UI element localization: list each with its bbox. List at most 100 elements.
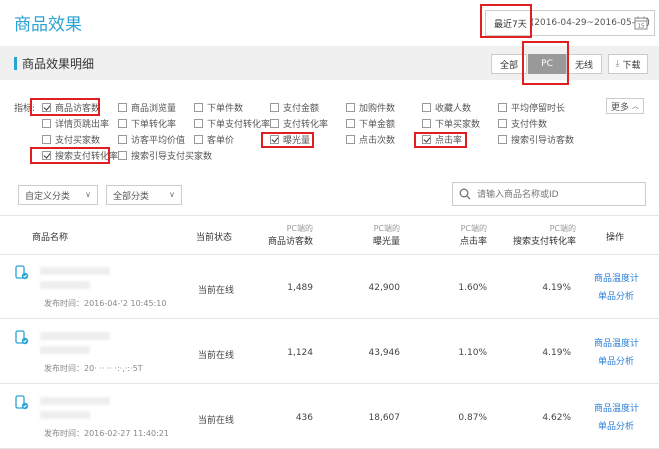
chevron-down-icon: ∨ [169,190,175,199]
search-input[interactable] [475,187,639,203]
checkbox-checked-icon[interactable] [422,135,431,144]
metric-checkbox[interactable]: 加购件数 [346,101,395,114]
download-icon: ⤓ [615,59,620,69]
metric-label: 商品访客数 [55,104,101,114]
checkbox-icon[interactable] [194,119,203,128]
metric-checkbox[interactable]: 客单价 [194,133,234,146]
metric-checkbox[interactable]: 下单件数 [194,101,243,114]
col-visitors-main: 商品访客数 [267,237,313,247]
col-ctr[interactable]: PC端的 点击率 [460,223,487,247]
checkbox-icon[interactable] [118,151,127,160]
metric-label: 下单转化率 [131,120,177,130]
metric-checkbox[interactable]: 下单转化率 [118,117,176,130]
product-thermometer-link[interactable]: 商品温度计 [594,271,639,284]
checkbox-icon[interactable] [118,103,127,112]
product-name[interactable] [40,346,90,354]
download-label: 下载 [622,60,641,71]
checkbox-icon[interactable] [194,103,203,112]
checkbox-icon[interactable] [346,135,355,144]
metric-checkbox[interactable]: 商品浏览量 [118,101,176,114]
more-button[interactable]: 更多 ︿ [606,98,644,114]
col-search-cvr[interactable]: PC端的 搜索支付转化率 [513,223,576,247]
metric-label: 搜索引导支付买家数 [131,152,213,162]
section-accent-bar [14,57,17,70]
all-category-dropdown[interactable]: 全部分类 ∨ [106,185,182,205]
search-cvr-value: 4.19% [542,348,571,358]
product-thermometer-link[interactable]: 商品温度计 [594,336,639,349]
metric-label: 支付转化率 [283,120,329,130]
checkbox-icon[interactable] [498,135,507,144]
metric-checkbox[interactable]: 支付买家数 [42,133,100,146]
tab-pc[interactable]: PC [528,54,566,74]
col-name: 商品名称 [32,233,69,243]
item-analysis-link[interactable]: 单品分析 [598,354,634,367]
metric-checkbox[interactable]: 曝光量 [270,133,310,146]
download-button[interactable]: ⤓ 下载 [608,54,648,74]
checkbox-icon[interactable] [346,119,355,128]
metric-checkbox[interactable]: 支付件数 [498,117,547,130]
checkbox-checked-icon[interactable] [42,151,51,160]
metric-label: 加购件数 [359,104,396,114]
metric-checkbox[interactable]: 平均停留时长 [498,101,565,114]
metric-label: 平均停留时长 [511,104,566,114]
metric-label: 点击次数 [359,136,396,146]
metric-checkbox[interactable]: 点击率 [422,133,462,146]
date-range-selector[interactable]: 最近7天 (2016-04-29~2016-05-05) 15 [485,10,655,36]
search-box[interactable] [452,182,646,206]
checkbox-icon[interactable] [194,135,203,144]
custom-category-dropdown[interactable]: 自定义分类 ∨ [18,185,98,205]
checkbox-icon[interactable] [270,103,279,112]
metric-checkbox[interactable]: 下单支付转化率 [194,117,270,130]
more-label: 更多 [610,102,629,113]
metrics-label: 指标: [14,104,36,114]
metric-checkbox[interactable]: 下单金额 [346,117,395,130]
checkbox-icon[interactable] [346,103,355,112]
checkbox-icon[interactable] [118,119,127,128]
checkbox-icon[interactable] [42,119,51,128]
metric-checkbox[interactable]: 详情页跳出率 [42,117,109,130]
checkbox-icon[interactable] [270,119,279,128]
status-text: 当前在线 [198,351,235,361]
metric-label: 支付件数 [511,120,548,130]
metric-checkbox[interactable]: 支付转化率 [270,117,328,130]
checkbox-checked-icon[interactable] [42,103,51,112]
col-search-cvr-main: 搜索支付转化率 [512,237,576,247]
exposure-value: 42,900 [368,283,401,293]
metric-checkbox[interactable]: 下单买家数 [422,117,480,130]
item-analysis-link[interactable]: 单品分析 [598,419,634,432]
metric-checkbox[interactable]: 商品访客数 [42,101,100,114]
checkbox-checked-icon[interactable] [270,135,279,144]
tab-wireless[interactable]: 无线 [566,54,602,74]
chevron-up-icon: ︿ [632,102,639,110]
metric-label: 下单支付转化率 [207,120,271,130]
item-analysis-link[interactable]: 单品分析 [598,289,634,302]
metric-checkbox[interactable]: 支付金额 [270,101,319,114]
tab-all[interactable]: 全部 [491,54,527,74]
checkbox-icon[interactable] [498,103,507,112]
metric-label: 商品浏览量 [131,104,177,114]
product-name[interactable] [40,281,90,289]
calendar-icon[interactable]: 15 [634,16,648,30]
product-thermometer-link[interactable]: 商品温度计 [594,401,639,414]
row-divider [0,383,659,384]
product-name[interactable] [40,411,90,419]
mobile-icon [15,395,29,410]
metric-checkbox[interactable]: 点击次数 [346,133,395,146]
metric-checkbox[interactable]: 搜索引导访客数 [498,133,574,146]
metric-checkbox[interactable]: 搜索引导支付买家数 [118,149,212,162]
checkbox-icon[interactable] [422,103,431,112]
metric-label: 曝光量 [283,136,311,146]
col-visitors[interactable]: PC端的 商品访客数 [268,223,313,247]
checkbox-icon[interactable] [42,135,51,144]
metric-checkbox[interactable]: 收藏人数 [422,101,471,114]
metric-checkbox[interactable]: 搜索支付转化率 [42,149,118,162]
metric-checkbox[interactable]: 访客平均价值 [118,133,185,146]
search-cvr-value: 4.19% [542,283,571,293]
search-icon [459,188,471,200]
checkbox-icon[interactable] [118,135,127,144]
metric-label: 搜索支付转化率 [55,152,119,162]
ctr-value: 0.87% [458,413,487,423]
checkbox-icon[interactable] [422,119,431,128]
checkbox-icon[interactable] [498,119,507,128]
col-exposure[interactable]: PC端的 曝光量 [373,223,400,247]
